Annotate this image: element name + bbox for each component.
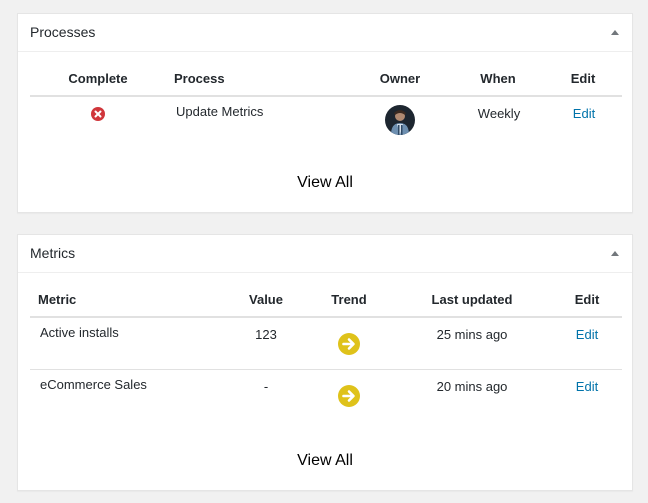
column-header-last-updated: Last updated [431, 292, 513, 307]
metric-name: eCommerce Sales [40, 377, 147, 392]
metric-last-updated: 25 mins ago [436, 327, 508, 342]
processes-title: Processes [30, 24, 96, 40]
view-all-processes-link[interactable]: View All [297, 174, 353, 192]
column-header-owner: Owner [379, 71, 421, 86]
metric-last-updated: 20 mins ago [436, 379, 508, 394]
x-circle-icon [91, 107, 105, 121]
header-divider [30, 95, 622, 97]
metrics-panel: Metrics Metric Value Trend Last updated … [17, 234, 633, 491]
view-all-metrics-link[interactable]: View All [297, 452, 353, 470]
metrics-title: Metrics [30, 245, 76, 261]
processes-panel: Processes Complete Process Owner When Ed… [17, 13, 633, 213]
process-name: Update Metrics [176, 104, 264, 119]
edit-process-link[interactable]: Edit [573, 106, 595, 121]
row-divider [30, 369, 622, 370]
processes-header[interactable]: Processes [18, 14, 632, 52]
collapse-toggle-icon[interactable] [611, 251, 619, 256]
column-header-process: Process [174, 71, 225, 86]
column-header-trend: Trend [331, 292, 367, 307]
edit-metric-link[interactable]: Edit [576, 327, 598, 342]
header-divider [30, 316, 622, 318]
column-header-when: When [480, 71, 516, 86]
edit-metric-link[interactable]: Edit [576, 379, 598, 394]
column-header-metric: Metric [38, 292, 77, 307]
metric-name: Active installs [40, 325, 119, 340]
metric-value: 123 [255, 327, 277, 342]
metrics-header[interactable]: Metrics [18, 235, 632, 273]
collapse-toggle-icon[interactable] [611, 30, 619, 35]
column-header-value: Value [249, 292, 283, 307]
column-header-complete: Complete [68, 71, 128, 86]
column-header-edit: Edit [574, 292, 600, 307]
owner-avatar [385, 105, 415, 135]
column-header-edit: Edit [570, 71, 596, 86]
arrow-right-circle-icon [338, 385, 360, 407]
metric-value: - [263, 379, 269, 394]
arrow-right-circle-icon [338, 333, 360, 355]
process-when: Weekly [477, 106, 521, 121]
